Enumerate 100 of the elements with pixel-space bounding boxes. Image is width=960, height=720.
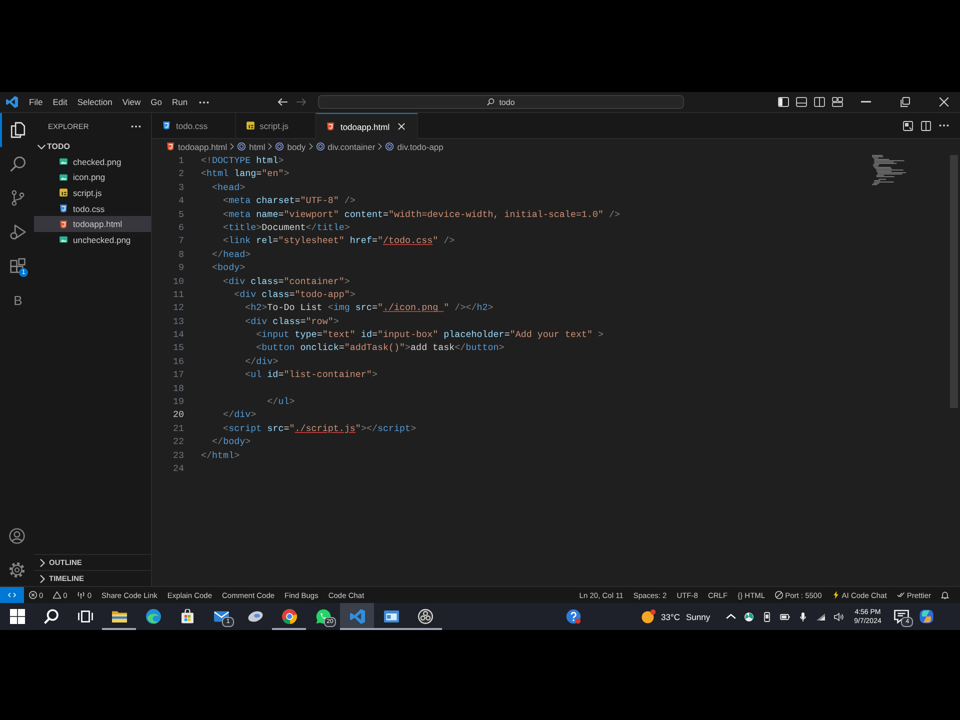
code-line: <!DOCTYPE html> <box>201 154 284 168</box>
phone-icon[interactable] <box>762 612 772 622</box>
code-line: <meta charset="UTF-8" /> <box>222 194 356 208</box>
image-file-icon <box>59 172 68 182</box>
line-number: 3 <box>177 180 185 194</box>
command-center-field[interactable]: todo <box>318 95 684 109</box>
notification-icon[interactable] <box>894 609 909 624</box>
line-number: 1 <box>177 154 185 168</box>
account-icon[interactable] <box>9 528 25 544</box>
scrollbar-thumb[interactable] <box>950 155 958 408</box>
code-line: </div> <box>222 408 256 422</box>
search-icon <box>487 98 496 106</box>
segmented-circle-icon <box>282 609 296 624</box>
line-number: 23 <box>172 448 185 462</box>
line-number: 5 <box>177 208 185 221</box>
chevron-icon <box>230 143 234 150</box>
remote-icon <box>8 591 16 599</box>
primary-sidebar-icon[interactable] <box>778 97 789 107</box>
file-row[interactable]: script.js <box>34 185 151 201</box>
html-file-icon <box>326 122 336 131</box>
minimize-icon[interactable] <box>861 101 871 103</box>
code-line: <meta name="viewport" content="width=device-width, initial-scale=1.0" /> <box>222 208 620 221</box>
close-icon[interactable] <box>398 123 406 130</box>
line-number: 8 <box>177 248 185 262</box>
line-number: 9 <box>177 261 185 275</box>
code-line: </body> <box>211 435 251 449</box>
split-editor-icon[interactable] <box>921 120 931 130</box>
breadcrumb-item[interactable]: div.container <box>316 142 376 152</box>
css-file-icon <box>59 204 68 214</box>
arrow-left-icon[interactable] <box>278 97 288 107</box>
chevron-up-icon[interactable] <box>726 614 736 619</box>
battery-icon[interactable] <box>780 612 790 622</box>
file-row[interactable]: todo.css <box>34 200 151 216</box>
menu-item[interactable]: Edit <box>48 94 72 110</box>
warning-icon <box>53 591 62 599</box>
html-file-icon <box>59 220 68 229</box>
css-file-icon <box>162 121 171 130</box>
file-row[interactable]: icon.png <box>34 170 151 186</box>
line-number: 24 <box>172 462 185 476</box>
editor-tab[interactable]: todoapp.html <box>316 113 418 139</box>
js-file-icon <box>246 121 255 130</box>
line-number: 20 <box>172 408 185 422</box>
restore-icon[interactable] <box>900 97 910 107</box>
file-row[interactable]: checked.png <box>34 154 151 170</box>
symbol-icon <box>275 142 284 151</box>
menu-item[interactable]: Selection <box>72 94 118 110</box>
breadcrumb-item[interactable]: div.todo-app <box>385 142 444 152</box>
breadcrumb-item[interactable]: html <box>237 142 266 152</box>
editor-tab[interactable]: todo.css <box>152 113 236 138</box>
panel-layout-icon[interactable] <box>796 97 807 107</box>
code-line: <head> <box>211 180 246 194</box>
app-logo-icon[interactable] <box>919 609 934 624</box>
ring-icon <box>418 609 432 624</box>
settings-icon[interactable] <box>9 562 25 578</box>
shopping-bag-icon <box>180 609 194 624</box>
code-line: <ul id="list-container"> <box>244 368 378 382</box>
more-icon[interactable] <box>939 124 949 127</box>
task-view-icon <box>78 609 92 624</box>
close-icon[interactable] <box>939 97 949 107</box>
menu-item[interactable]: View <box>117 94 146 110</box>
file-row[interactable]: todoapp.html <box>34 216 151 232</box>
question-circle-icon[interactable] <box>566 609 581 624</box>
layout-grid-icon[interactable] <box>832 97 843 107</box>
line-number: 4 <box>177 194 185 208</box>
sun-icon[interactable] <box>641 609 656 624</box>
menu-item[interactable]: File <box>24 94 48 110</box>
breadcrumb-item[interactable]: body <box>275 142 306 152</box>
code-line: </html> <box>201 448 240 462</box>
more-icon[interactable] <box>131 124 141 128</box>
file-row[interactable]: unchecked.png <box>34 232 151 248</box>
folder-icon <box>112 609 126 624</box>
code-line: </div> <box>244 354 278 368</box>
activity-button[interactable]: B <box>0 283 34 317</box>
minimap-drawing[interactable] <box>872 155 906 187</box>
app-icon <box>248 609 262 624</box>
split-layout-icon[interactable] <box>814 97 825 107</box>
code-line: <div class="todo-app"> <box>233 288 356 302</box>
folder-row[interactable]: TODO <box>34 139 151 154</box>
line-number: 10 <box>172 274 185 288</box>
more-icon[interactable] <box>198 100 209 104</box>
line-number: 13 <box>172 314 185 328</box>
lightning-icon <box>832 591 840 599</box>
code-line: <div class="row"> <box>244 314 339 328</box>
speaker-icon[interactable] <box>834 612 844 622</box>
line-number: 6 <box>177 220 185 234</box>
code-line: </head> <box>211 248 251 262</box>
menu-item[interactable]: Run <box>166 94 193 110</box>
check-icon <box>896 591 905 599</box>
line-number: 15 <box>172 341 185 355</box>
search-icon <box>44 609 58 624</box>
preview-icon[interactable] <box>903 120 913 130</box>
html-file-icon <box>166 142 175 151</box>
round-app-icon[interactable] <box>744 612 754 622</box>
broadcast-icon <box>77 591 86 599</box>
code-line: <button onclick="addTask()">add task</button> <box>255 341 504 355</box>
breadcrumb-item[interactable]: todoapp.html <box>166 142 228 152</box>
menu-item[interactable]: Go <box>146 94 167 110</box>
line-number: 22 <box>172 435 185 449</box>
network-icon[interactable] <box>816 612 826 622</box>
microphone-icon[interactable] <box>798 612 808 622</box>
